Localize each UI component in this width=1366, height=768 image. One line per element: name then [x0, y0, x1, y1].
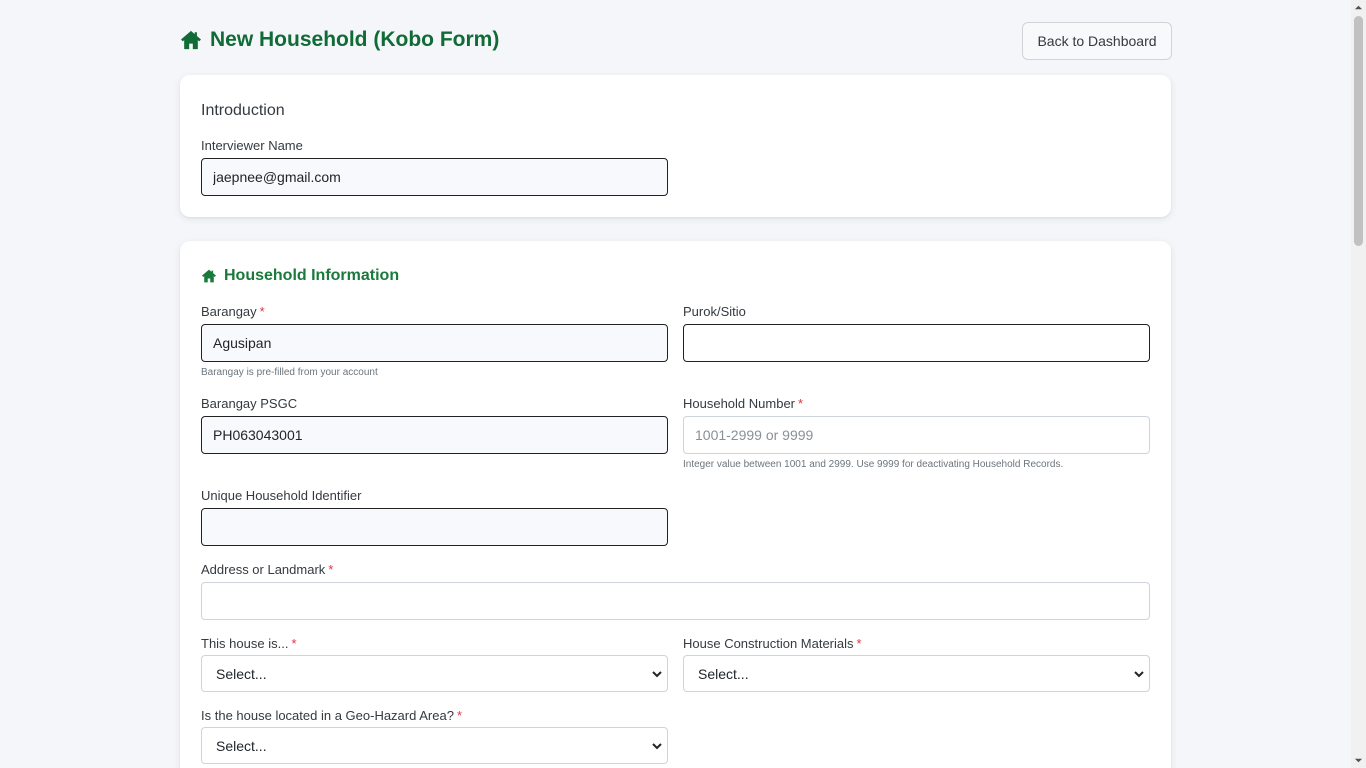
this-house-is-label: This house is... * [201, 636, 297, 651]
unique-household-identifier-label: Unique Household Identifier [201, 488, 362, 503]
barangay-input[interactable] [201, 324, 668, 362]
required-mark: * [328, 562, 334, 577]
household-number-help-text: Integer value between 1001 and 2999. Use… [683, 459, 1064, 470]
required-mark: * [291, 636, 297, 651]
barangay-psgc-label: Barangay PSGC [201, 396, 298, 411]
scrollbar-thumb[interactable] [1354, 16, 1363, 246]
required-mark: * [456, 708, 462, 723]
house-construction-materials-select[interactable]: Select... [683, 655, 1150, 692]
this-house-is-label-text: This house is... [201, 636, 289, 651]
household-information-card: Household Information Barangay* Barangay… [180, 241, 1171, 768]
barangay-label: Barangay * [201, 304, 265, 319]
barangay-help-text: Barangay is pre-filled from your account [201, 367, 378, 378]
address-landmark-label-text: Address or Landmark [201, 562, 326, 577]
household-number-label: Household Number * [683, 396, 803, 411]
geo-hazard-label-text: Is the house located in a Geo-Hazard Are… [201, 708, 454, 723]
unique-household-identifier-input[interactable] [201, 508, 668, 546]
geo-hazard-select[interactable]: Select... [201, 727, 668, 764]
scroll-up-arrow-icon[interactable] [1354, 3, 1363, 12]
chevron-down-icon [1134, 671, 1144, 678]
page-title: New Household (Kobo Form) [180, 28, 499, 52]
page-container: New Household (Kobo Form) Back to Dashbo… [180, 0, 1172, 768]
purok-sitio-label: Purok/Sitio [683, 304, 746, 319]
address-landmark-label: Address or Landmark * [201, 562, 333, 577]
introduction-title: Introduction [201, 102, 285, 119]
geo-hazard-selected-value: Select... [216, 737, 267, 754]
page-title-text: New Household (Kobo Form) [210, 28, 500, 51]
barangay-psgc-input[interactable] [201, 416, 668, 454]
home-icon [181, 30, 201, 50]
introduction-card: Introduction Interviewer Name [180, 75, 1171, 217]
required-mark: * [798, 396, 804, 411]
required-mark: * [259, 304, 265, 319]
house-construction-materials-selected-value: Select... [698, 665, 749, 682]
page-header: New Household (Kobo Form) Back to Dashbo… [180, 0, 1172, 76]
chevron-down-icon [652, 743, 662, 750]
scroll-down-arrow-icon[interactable] [1354, 756, 1363, 765]
household-number-label-text: Household Number [683, 396, 796, 411]
chevron-down-icon [652, 671, 662, 678]
this-house-is-selected-value: Select... [216, 665, 267, 682]
home-icon [202, 269, 216, 283]
this-house-is-select[interactable]: Select... [201, 655, 668, 692]
vertical-scrollbar[interactable] [1351, 0, 1366, 768]
household-number-input[interactable] [683, 416, 1150, 454]
purok-sitio-input[interactable] [683, 324, 1150, 362]
interviewer-name-input[interactable] [201, 158, 668, 196]
household-section-title: Household Information [201, 267, 399, 285]
geo-hazard-label: Is the house located in a Geo-Hazard Are… [201, 708, 462, 723]
interviewer-name-label: Interviewer Name [201, 138, 303, 153]
barangay-label-text: Barangay [201, 304, 257, 319]
house-construction-materials-label: House Construction Materials * [683, 636, 862, 651]
household-section-title-text: Household Information [224, 267, 400, 284]
required-mark: * [856, 636, 862, 651]
back-to-dashboard-button[interactable]: Back to Dashboard [1022, 22, 1172, 60]
address-landmark-input[interactable] [201, 582, 1150, 620]
house-construction-materials-label-text: House Construction Materials [683, 636, 854, 651]
